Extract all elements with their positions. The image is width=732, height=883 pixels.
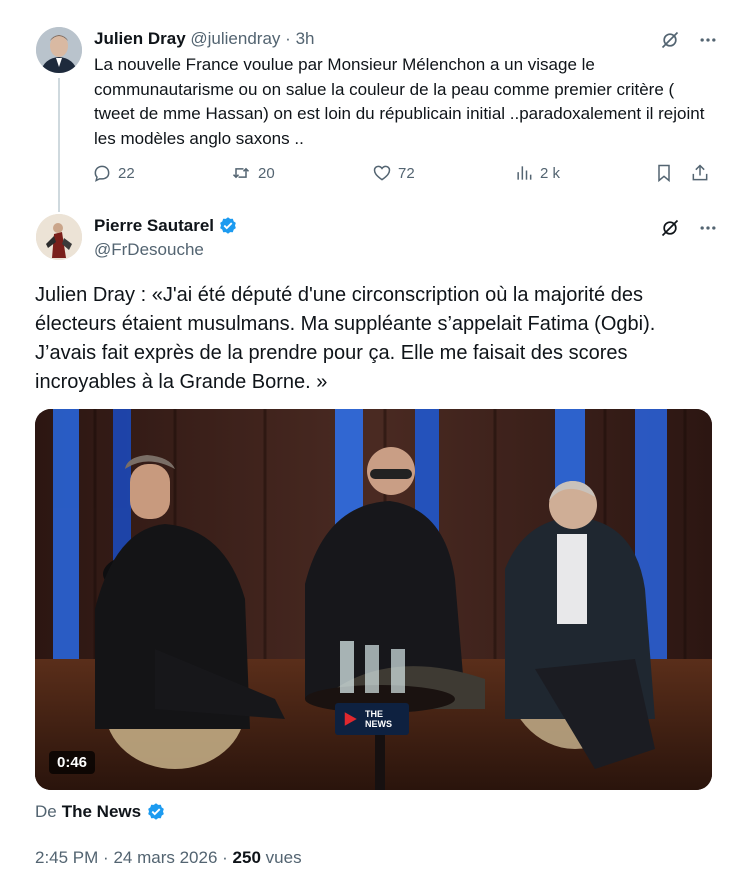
views-icon — [517, 166, 532, 180]
share-icon — [692, 164, 708, 181]
views-label: vues — [265, 848, 302, 867]
source-prefix: De — [35, 802, 57, 821]
quoted-header: Pierre Sautarel @FrDesouche — [94, 216, 238, 260]
views-count: 2 k — [540, 164, 561, 182]
source-name[interactable]: The News — [62, 802, 141, 822]
logo-line-1: THE — [365, 709, 383, 719]
share-button[interactable] — [690, 163, 710, 183]
logo-line-2: NEWS — [365, 719, 392, 729]
quoted-avatar[interactable] — [36, 214, 82, 260]
quoted-author-name[interactable]: Pierre Sautarel — [94, 216, 214, 236]
verified-badge-icon — [220, 217, 236, 234]
reply-count: 22 — [118, 164, 135, 182]
tweet-time[interactable]: 2:45 PM — [35, 848, 98, 867]
reply-icon — [94, 165, 110, 182]
grok-icon[interactable] — [658, 216, 682, 240]
video-duration: 0:46 — [49, 751, 96, 774]
like-count: 72 — [398, 164, 415, 182]
the-news-logo: THE NEWS — [335, 703, 409, 735]
reply-text: La nouvelle France voulue par Monsieur M… — [94, 55, 705, 148]
bookmark-button[interactable] — [654, 163, 674, 183]
separator: · — [285, 29, 291, 48]
verified-badge-icon — [148, 803, 164, 820]
reply-tweet[interactable]: Julien Dray @juliendray · 3h La nouvelle… — [0, 0, 732, 212]
timestamp[interactable]: 3h — [296, 29, 315, 48]
reply-button[interactable]: 22 — [92, 163, 135, 183]
repost-count: 20 — [258, 164, 275, 182]
quoted-author-handle[interactable]: @FrDesouche — [94, 240, 238, 260]
author-name[interactable]: Julien Dray — [94, 29, 186, 48]
more-icon[interactable] — [696, 28, 720, 52]
like-button[interactable]: 72 — [372, 163, 415, 183]
reply-top-actions — [658, 28, 720, 52]
reply-header: Julien Dray @juliendray · 3h — [94, 29, 314, 49]
more-icon[interactable] — [696, 216, 720, 240]
quoted-text: Julien Dray : «J'ai été député d'une cir… — [35, 284, 656, 393]
meta-separator: · — [103, 848, 109, 867]
tweet-date[interactable]: 24 mars 2026 — [113, 848, 217, 867]
thread-line — [58, 78, 60, 212]
tweet-meta: 2:45 PM · 24 mars 2026 · 250 vues — [35, 848, 302, 868]
author-handle[interactable]: @juliendray — [190, 29, 280, 48]
meta-separator: · — [222, 848, 228, 867]
like-icon — [373, 165, 391, 181]
video-source: De The News — [35, 802, 166, 822]
quoted-top-actions — [658, 216, 720, 240]
grok-icon[interactable] — [658, 28, 682, 52]
views-count: 250 — [232, 848, 261, 867]
repost-icon — [232, 167, 250, 179]
video-player[interactable]: THE NEWS 0:46 — [35, 409, 712, 790]
views-button[interactable]: 2 k — [514, 163, 560, 183]
reply-actions: 22 20 72 2 k — [92, 163, 717, 189]
repost-button[interactable]: 20 — [230, 163, 275, 183]
bookmark-icon — [658, 164, 670, 183]
avatar[interactable] — [36, 27, 82, 73]
